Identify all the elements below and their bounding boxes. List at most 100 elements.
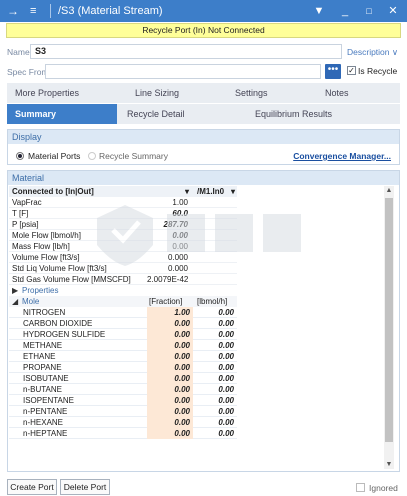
material-ports-label: Material Ports [28, 151, 81, 161]
tab-recycle-detail[interactable]: Recycle Detail [119, 104, 239, 124]
component-flow: 0.00 [218, 407, 234, 416]
arrow-right-icon[interactable]: → [7, 3, 19, 19]
component-row: NITROGEN 1.00 0.00 [9, 307, 237, 318]
component-fraction[interactable]: 0.00 [147, 373, 193, 384]
mole-group-label[interactable]: Mole [22, 296, 82, 307]
component-row: n-HEPTANE 0.00 0.00 [9, 428, 237, 439]
component-flow: 0.00 [218, 352, 234, 361]
component-name: ISOBUTANE [23, 374, 69, 383]
browse-button[interactable]: ••• [325, 64, 341, 79]
component-name: PROPANE [23, 363, 62, 372]
vertical-scrollbar[interactable]: ▲ ▼ [384, 186, 394, 469]
component-row: HYDROGEN SULFIDE 0.00 0.00 [9, 329, 237, 340]
recycle-summary-radio[interactable] [88, 152, 96, 160]
component-flow: 0.00 [218, 308, 234, 317]
component-fraction[interactable]: 0.00 [147, 318, 193, 329]
component-flow: 0.00 [218, 363, 234, 372]
component-flow: 0.00 [218, 374, 234, 383]
component-flow: 0.00 [218, 341, 234, 350]
properties-group-label[interactable]: Properties [22, 285, 122, 296]
create-port-button[interactable]: Create Port [7, 479, 57, 495]
component-row: n-BUTANE 0.00 0.00 [9, 384, 237, 395]
title-separator [50, 4, 51, 18]
tab-more-properties[interactable]: More Properties [7, 83, 127, 103]
component-fraction[interactable]: 0.00 [147, 428, 193, 439]
in-dropdown-icon[interactable]: ▾ [185, 186, 195, 197]
col-fraction-header: [Fraction] [149, 297, 183, 306]
recycle-summary-label: Recycle Summary [99, 151, 168, 161]
component-flow: 0.00 [218, 330, 234, 339]
convergence-manager-link[interactable]: Convergence Manager... [293, 151, 391, 161]
ignored-label: Ignored [369, 483, 398, 493]
component-fraction[interactable]: 0.00 [147, 362, 193, 373]
tab-notes[interactable]: Notes [317, 83, 400, 103]
component-row: PROPANE 0.00 0.00 [9, 362, 237, 373]
property-name: Std Gas Volume Flow [MMSCFD] [12, 275, 131, 284]
scroll-thumb[interactable] [385, 198, 393, 442]
component-row: n-HEXANE 0.00 0.00 [9, 417, 237, 428]
component-name: ISOPENTANE [23, 396, 74, 405]
connected-row: Connected to [In|Out] ▾/M1.In0 ▾ [9, 186, 237, 197]
component-row: n-PENTANE 0.00 0.00 [9, 406, 237, 417]
scroll-down-icon[interactable]: ▼ [384, 461, 394, 468]
component-fraction[interactable]: 0.00 [147, 395, 193, 406]
spec-from-field[interactable] [45, 64, 321, 79]
component-flow: 0.00 [218, 319, 234, 328]
material-header: Material [8, 171, 399, 185]
out-dropdown-icon[interactable]: ▾ [231, 186, 239, 197]
ignored-checkbox[interactable] [356, 483, 365, 492]
component-flow: 0.00 [218, 418, 234, 427]
display-section: Display Material Ports Recycle Summary C… [7, 129, 400, 165]
component-flow: 0.00 [218, 429, 234, 438]
minimize-icon[interactable]: _ [337, 3, 353, 19]
component-name: ETHANE [23, 352, 56, 361]
component-fraction[interactable]: 0.00 [147, 417, 193, 428]
title-bar: → ≡ /S3 (Material Stream) ▼ _ □ ✕ [0, 0, 407, 22]
component-name: METHANE [23, 341, 63, 350]
component-fraction[interactable]: 0.00 [147, 340, 193, 351]
delete-port-button[interactable]: Delete Port [60, 479, 110, 495]
display-header: Display [8, 130, 399, 144]
tab-line-sizing[interactable]: Line Sizing [127, 83, 227, 103]
component-name: n-HEXANE [23, 418, 64, 427]
component-fraction[interactable]: 1.00 [147, 307, 193, 318]
connected-label: Connected to [In|Out] [12, 187, 94, 196]
component-fraction[interactable]: 0.00 [147, 351, 193, 362]
component-fraction[interactable]: 0.00 [147, 406, 193, 417]
menu-icon[interactable]: ≡ [30, 3, 36, 19]
component-row: CARBON DIOXIDE 0.00 0.00 [9, 318, 237, 329]
scroll-up-icon[interactable]: ▲ [384, 187, 394, 194]
tab-summary[interactable]: Summary [7, 104, 117, 124]
is-recycle-checkbox[interactable]: ✓ [347, 66, 356, 75]
tab-row-bottom: Summary Recycle Detail Equilibrium Resul… [7, 104, 400, 124]
component-name: n-BUTANE [23, 385, 62, 394]
property-row: Std Gas Volume Flow [MMSCFD] 2.0079E-42 [9, 274, 237, 285]
window-title: /S3 (Material Stream) [58, 5, 163, 17]
tab-equilibrium-results[interactable]: Equilibrium Results [247, 104, 397, 124]
component-fraction[interactable]: 0.00 [147, 384, 193, 395]
maximize-icon[interactable]: □ [361, 3, 377, 19]
name-field[interactable]: S3 [30, 44, 342, 59]
close-icon[interactable]: ✕ [385, 3, 401, 19]
component-flow: 0.00 [218, 385, 234, 394]
component-row: ETHANE 0.00 0.00 [9, 351, 237, 362]
component-row: ISOBUTANE 0.00 0.00 [9, 373, 237, 384]
tab-row-top: More Properties Line Sizing Settings Not… [7, 83, 400, 103]
col-lbmol-header: [lbmol/h] [197, 297, 228, 306]
connected-out-value[interactable]: /M1.In0 [197, 186, 231, 197]
expand-icon[interactable]: ▶ [12, 285, 20, 296]
material-ports-radio[interactable] [16, 152, 24, 160]
spec-from-label: Spec From [7, 67, 49, 77]
description-link[interactable]: Description ∨ [347, 47, 398, 58]
component-fraction[interactable]: 0.00 [147, 329, 193, 340]
collapse-icon[interactable]: ◢ [12, 296, 20, 307]
pin-icon[interactable]: ▼ [311, 3, 327, 19]
mole-group-row: ◢ Mole [Fraction] [lbmol/h] [9, 296, 237, 307]
component-row: ISOPENTANE 0.00 0.00 [9, 395, 237, 406]
tab-settings[interactable]: Settings [227, 83, 317, 103]
name-label: Name [7, 47, 30, 57]
property-value[interactable]: 2.0079E-42 [147, 274, 191, 285]
component-flow: 0.00 [218, 396, 234, 405]
component-name: n-HEPTANE [23, 429, 68, 438]
properties-group-row: ▶ Properties [9, 285, 237, 296]
